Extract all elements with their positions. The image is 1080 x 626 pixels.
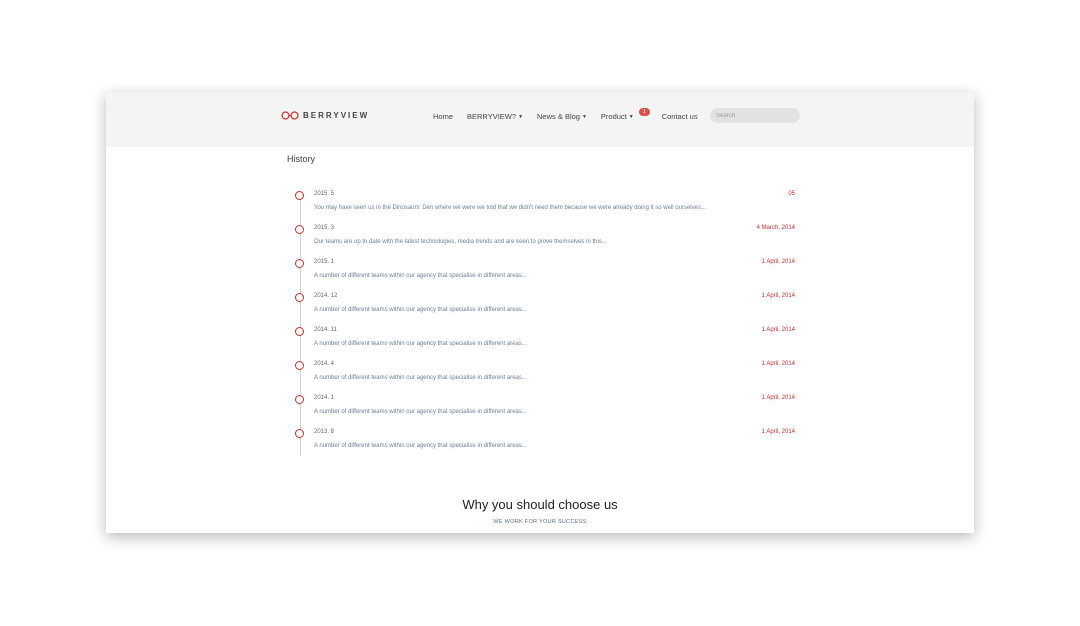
search-input[interactable] [710, 108, 800, 123]
timeline-dot-icon [295, 327, 304, 336]
page-frame: BERRYVIEW Home BERRYVIEW? ▼ News & Blog ▼ … [106, 92, 974, 533]
timeline-date: 2015. 3 [314, 225, 335, 231]
timeline-right-label: 1 April, 2014 [761, 293, 795, 299]
timeline-item[interactable]: 2015. 3 4 March, 2014 Our teams are up t… [295, 225, 795, 255]
timeline-text: A number of different teams within our a… [314, 409, 527, 415]
timeline-right-label: 4 March, 2014 [756, 225, 795, 231]
timeline-text: A number of different teams within our a… [314, 375, 527, 381]
nav-product[interactable]: Product ▼ 1 [600, 108, 650, 121]
glasses-logo-icon [281, 111, 299, 120]
timeline-right-label: 1 April, 2014 [761, 327, 795, 333]
nav-product-label: Product [600, 112, 627, 121]
timeline-right-label: 1 April, 2014 [761, 259, 795, 265]
timeline-date: 2015. 5 [314, 191, 335, 197]
brand-name: BERRYVIEW [303, 111, 370, 120]
timeline-text: A number of different teams within our a… [314, 443, 527, 449]
why-choose-title: Why you should choose us [462, 497, 618, 512]
timeline-right-label: 1 April, 2014 [761, 429, 795, 435]
brand-logo[interactable]: BERRYVIEW [281, 111, 369, 120]
timeline-item[interactable]: 2014. 12 1 April, 2014 A number of diffe… [295, 293, 795, 323]
timeline-date: 2014. 12 [314, 293, 338, 299]
timeline-dot-icon [295, 361, 304, 370]
navbar: BERRYVIEW Home BERRYVIEW? ▼ News & Blog ▼ … [106, 92, 974, 147]
timeline-dot-icon [295, 293, 304, 302]
nav-news-blog[interactable]: News & Blog ▼ [537, 112, 587, 121]
timeline-date: 2015. 1 [314, 259, 335, 265]
timeline-item[interactable]: 2014. 11 1 April, 2014 A number of diffe… [295, 327, 795, 357]
why-choose-subtitle: WE WORK FOR YOUR SUCCESS [493, 519, 587, 525]
timeline-dot-icon [295, 429, 304, 438]
timeline-date: 2014. 1 [314, 395, 335, 401]
nav-berryview[interactable]: BERRYVIEW? ▼ [467, 112, 523, 121]
timeline-item[interactable]: 2014. 4 1 April, 2014 A number of differ… [295, 361, 795, 391]
timeline-item[interactable]: 2015. 1 1 April, 2014 A number of differ… [295, 259, 795, 289]
caret-down-icon: ▼ [581, 114, 587, 121]
timeline-dot-icon [295, 259, 304, 268]
product-badge: 1 [638, 108, 650, 116]
nav-contact-label: Contact us [661, 112, 698, 121]
nav-home[interactable]: Home [433, 112, 453, 121]
timeline-text: A number of different teams within our a… [314, 273, 527, 279]
timeline-date: 2013. 8 [314, 429, 335, 435]
timeline-date: 2014. 11 [314, 327, 337, 333]
main-nav: Home BERRYVIEW? ▼ News & Blog ▼ Product ▼ 1 … [433, 108, 712, 121]
caret-down-icon: ▼ [628, 114, 634, 121]
timeline-item[interactable]: 2014. 1 1 April, 2014 A number of differ… [295, 395, 795, 425]
timeline-item[interactable]: 2015. 5 05 You may have seen us in the D… [295, 191, 795, 221]
timeline-right-label: 05 [788, 191, 795, 197]
caret-down-icon: ▼ [518, 114, 524, 121]
timeline-text: A number of different teams within our a… [314, 341, 527, 347]
timeline-right-label: 1 April, 2014 [761, 395, 795, 401]
timeline-dot-icon [295, 395, 304, 404]
history-title: History [287, 154, 316, 164]
timeline-dot-icon [295, 225, 304, 234]
timeline-right-label: 1 April, 2014 [761, 361, 795, 367]
timeline-dot-icon [295, 191, 304, 200]
nav-contact[interactable]: Contact us [662, 112, 698, 121]
timeline-date: 2014. 4 [314, 361, 335, 367]
nav-news-blog-label: News & Blog [537, 112, 580, 121]
nav-home-label: Home [433, 112, 454, 121]
timeline-item[interactable]: 2013. 8 1 April, 2014 A number of differ… [295, 429, 795, 459]
nav-berryview-label: BERRYVIEW? [467, 112, 517, 121]
timeline-text: Our teams are up to date with the latest… [314, 239, 607, 245]
timeline-text: You may have seen us in the Dinosaurs' D… [314, 205, 706, 211]
timeline-text: A number of different teams within our a… [314, 307, 527, 313]
